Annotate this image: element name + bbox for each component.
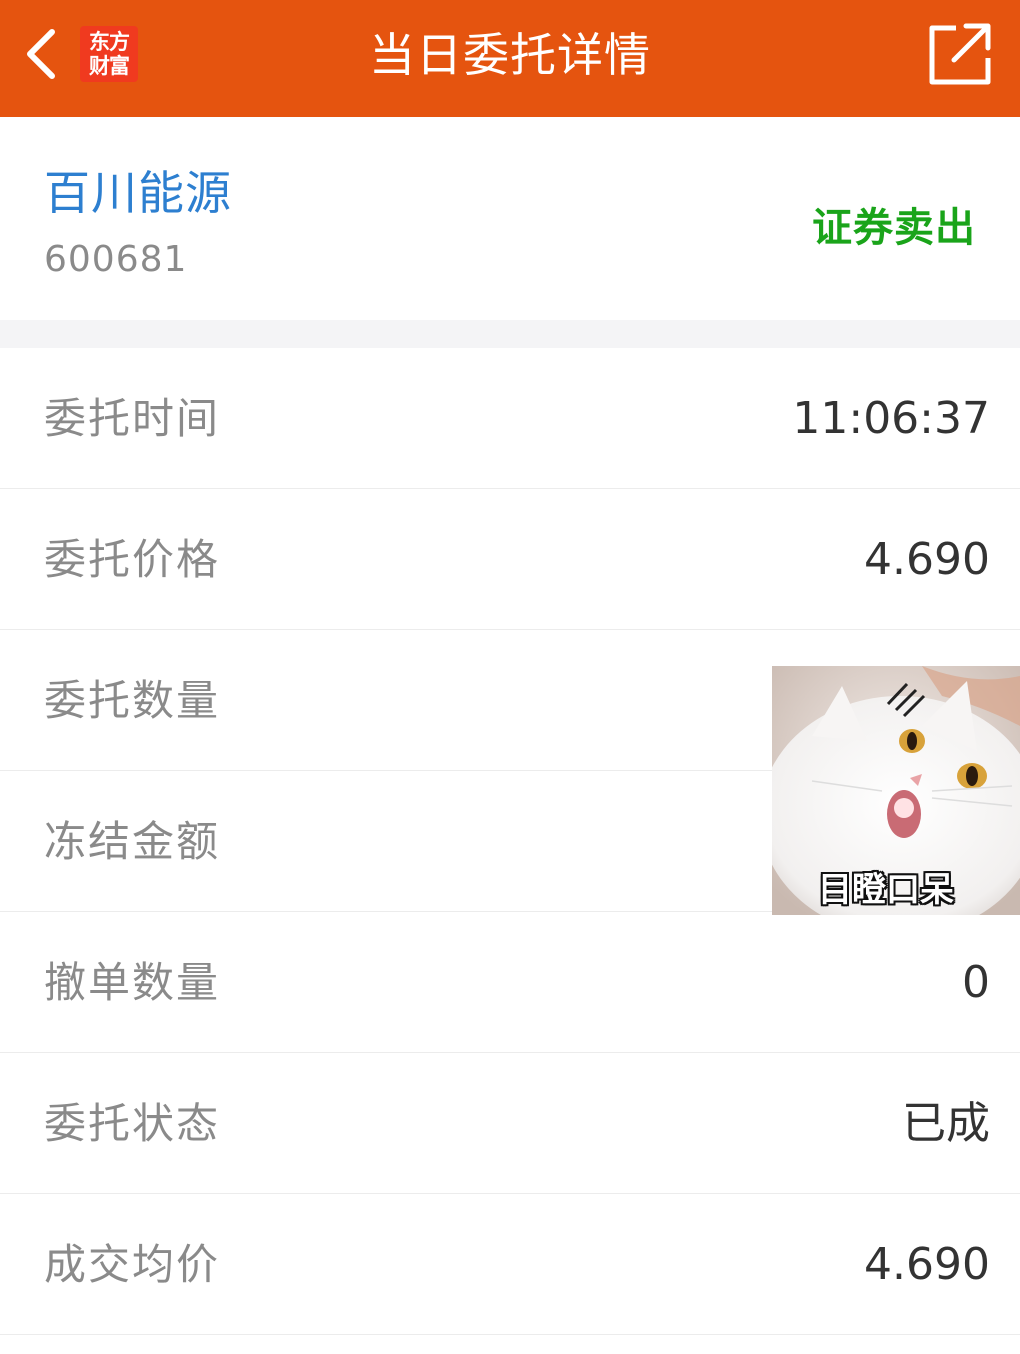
detail-row-order-price: 委托价格 4.690	[0, 489, 1020, 630]
detail-label: 委托价格	[44, 535, 221, 584]
detail-value: 0	[962, 957, 990, 1008]
detail-value: 已成	[902, 1098, 990, 1149]
detail-value: 4.690	[864, 534, 990, 585]
app-root: 当日委托详情 东方 财富 百川能源 600681 证券卖出 委托时间 11:06…	[0, 0, 1020, 1354]
sticker-caption: 目瞪口呆	[818, 870, 954, 910]
trade-direction-label: 证券卖出	[812, 205, 976, 251]
detail-value: 11:06:37	[792, 393, 990, 444]
logo-line-2: 财富	[89, 54, 130, 78]
top-bar: 当日委托详情 东方 财富	[0, 0, 1020, 117]
detail-label: 委托时间	[44, 394, 221, 443]
share-button[interactable]	[926, 20, 994, 88]
chevron-left-icon	[27, 29, 55, 79]
detail-label: 冻结金额	[44, 817, 221, 866]
cat-sticker-image: 目瞪口呆	[772, 666, 1020, 915]
detail-label: 委托数量	[44, 676, 221, 725]
detail-row-cancel-quantity: 撤单数量 0	[0, 912, 1020, 1053]
stock-info-card: 百川能源 600681 证券卖出	[0, 117, 1020, 320]
detail-label: 撤单数量	[44, 958, 221, 1007]
detail-row-average-price: 成交均价 4.690	[0, 1194, 1020, 1335]
detail-row-order-time: 委托时间 11:06:37	[0, 348, 1020, 489]
stock-name[interactable]: 百川能源	[44, 157, 232, 223]
back-button[interactable]	[18, 22, 70, 86]
detail-row-order-status: 委托状态 已成	[0, 1053, 1020, 1194]
detail-label: 成交均价	[44, 1240, 221, 1289]
logo-line-1: 东方	[89, 30, 130, 54]
detail-value: 4.690	[864, 1239, 990, 1290]
app-logo: 东方 财富	[80, 26, 138, 82]
stock-code: 600681	[44, 239, 188, 280]
share-external-icon	[929, 23, 991, 85]
detail-label: 委托状态	[44, 1099, 221, 1148]
section-divider	[0, 320, 1020, 348]
page-title: 当日委托详情	[369, 28, 651, 82]
